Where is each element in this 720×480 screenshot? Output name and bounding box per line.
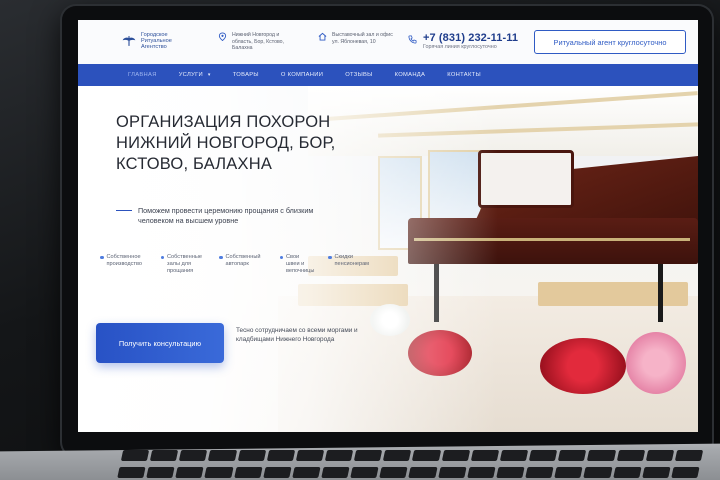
phone-note: Горячая линия круглосуточно	[423, 44, 497, 50]
nav-item-home[interactable]: ГЛАВНАЯ	[128, 72, 157, 78]
main-nav: ГЛАВНАЯ УСЛУГИ ▾ ТОВАРЫ О КОМПАНИИ ОТЗЫВ…	[78, 64, 698, 86]
header-address: Нижний Новгород и область, Бор, Кстово, …	[218, 32, 298, 52]
nav-item-services-label: УСЛУГИ	[178, 72, 203, 78]
hero-title: ОРГАНИЗАЦИЯ ПОХОРОН НИЖНИЙ НОВГОРОД, БОР…	[116, 113, 336, 173]
feature-item: Собственное производство	[100, 254, 147, 276]
phone-number[interactable]: +7 (831) 232-11-11	[423, 32, 518, 44]
feature-text: Собственное производство	[106, 254, 142, 268]
hero-photo-pink-flowers	[626, 332, 686, 394]
hero-photo-red-roses	[540, 338, 626, 394]
feature-bullet	[328, 255, 332, 259]
feature-bullet	[100, 255, 104, 259]
keyboard-keys	[117, 450, 704, 480]
location-pin-icon	[218, 32, 227, 41]
feature-text: Собственные залы для прощания	[167, 254, 202, 275]
header-phone[interactable]: +7 (831) 232-11-11 Горячая линия круглос…	[408, 32, 518, 50]
feature-bullet	[219, 255, 223, 259]
nav-item-about[interactable]: О КОМПАНИИ	[281, 72, 323, 78]
feature-item: Собственные залы для прощания	[160, 254, 206, 276]
nav-item-contacts[interactable]: КОНТАКТЫ	[447, 72, 481, 78]
site-header: Городское Ритуальное Агентство Нижний Но…	[78, 20, 698, 64]
chevron-down-icon: ▾	[207, 72, 211, 78]
feature-item: Собственный автопарк	[219, 254, 266, 276]
feature-text: Свои швеи и вепочницы	[286, 254, 315, 275]
home-icon	[318, 32, 327, 41]
nav-item-team[interactable]: КОМАНДА	[395, 72, 426, 78]
hero-photo-bench	[538, 282, 688, 306]
phone-icon	[408, 35, 417, 44]
hero-features: Собственное производство Собственные зал…	[100, 254, 375, 276]
ritual-agent-button[interactable]: Ритуальный агент круглосуточно	[534, 30, 686, 54]
nav-item-products[interactable]: ТОВАРЫ	[233, 72, 259, 78]
browser-viewport: Городское Ритуальное Агентство Нижний Но…	[78, 20, 698, 432]
showroom-text: Выставочный зал и офис ул. Яблоневая, 10	[332, 32, 393, 45]
feature-bullet	[279, 255, 283, 259]
address-text: Нижний Новгород и область, Бор, Кстово, …	[232, 32, 284, 52]
logo-text: Городское Ритуальное Агентство	[141, 32, 172, 50]
feature-text: Собственный автопарк	[225, 254, 261, 268]
nav-item-reviews[interactable]: ОТЗЫВЫ	[345, 72, 372, 78]
lead-dash	[116, 210, 132, 212]
nav-item-services[interactable]: УСЛУГИ ▾	[179, 72, 211, 78]
site-logo[interactable]: Городское Ритуальное Агентство	[122, 32, 193, 50]
consultation-button[interactable]: Получить консультацию	[96, 323, 224, 363]
header-showroom: Выставочный зал и офис ул. Яблоневая, 10	[318, 32, 398, 45]
feature-item: Свои швеи и вепочницы	[279, 254, 315, 276]
angel-wings-logo-icon	[122, 36, 136, 46]
hero-section: ОРГАНИЗАЦИЯ ПОХОРОН НИЖНИЙ НОВГОРОД, БОР…	[78, 86, 698, 432]
feature-item: Скидки пенсионерам	[328, 254, 375, 276]
hero-photo-stand-leg	[658, 264, 663, 322]
feature-bullet	[160, 255, 164, 259]
hero-lead-text: Поможем провести церемонию прощания с бл…	[138, 206, 314, 225]
hero-lead: Поможем провести церемонию прощания с бл…	[116, 206, 328, 225]
hero-note: Тесно сотрудничаем со всеми моргами и кл…	[236, 327, 358, 343]
feature-text: Скидки пенсионерам	[334, 254, 370, 268]
